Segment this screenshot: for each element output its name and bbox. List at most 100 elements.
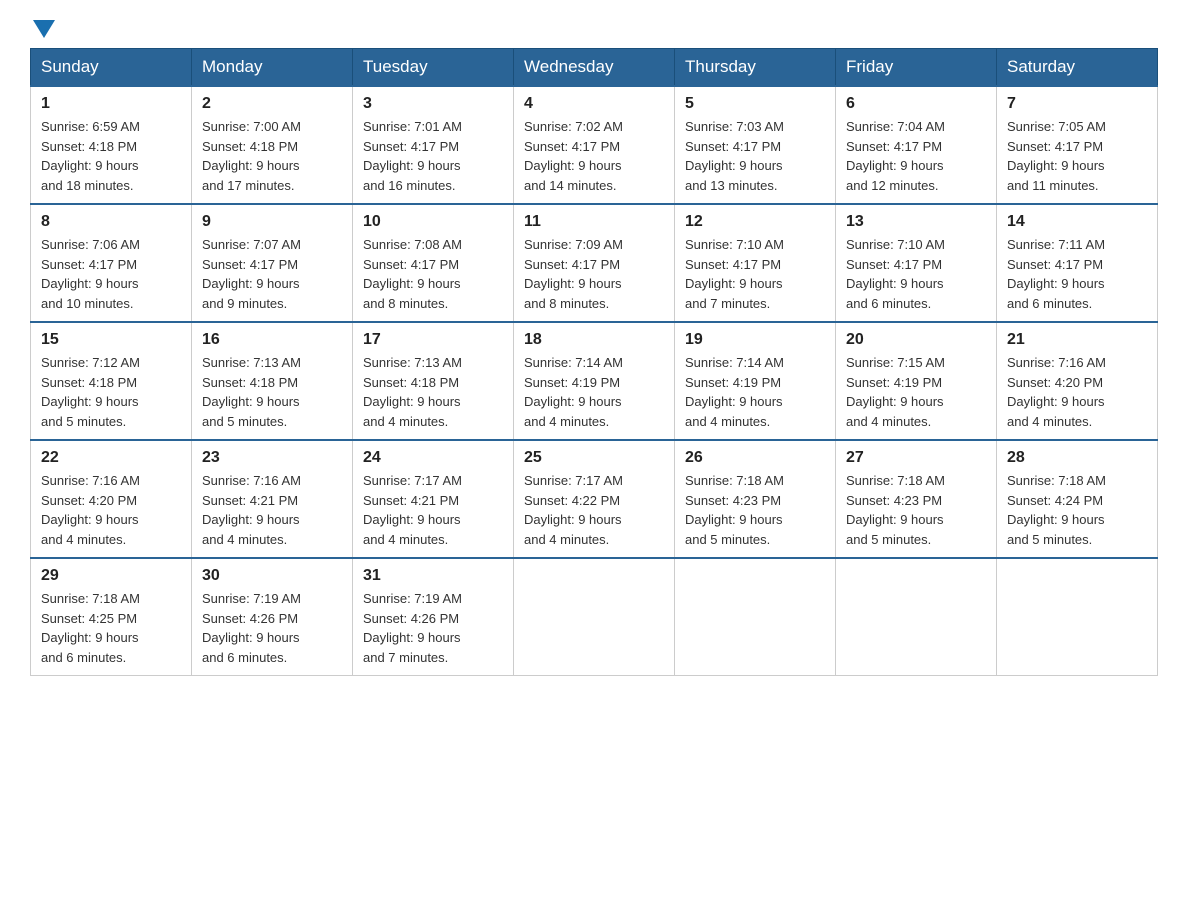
day-number: 17	[363, 331, 503, 349]
day-number: 22	[41, 449, 181, 467]
day-of-week-header: Saturday	[997, 49, 1158, 87]
day-info: Sunrise: 7:11 AM Sunset: 4:17 PM Dayligh…	[1007, 235, 1147, 313]
day-number: 13	[846, 213, 986, 231]
calendar-day-cell: 15 Sunrise: 7:12 AM Sunset: 4:18 PM Dayl…	[31, 322, 192, 440]
day-info: Sunrise: 7:02 AM Sunset: 4:17 PM Dayligh…	[524, 117, 664, 195]
calendar-day-cell: 10 Sunrise: 7:08 AM Sunset: 4:17 PM Dayl…	[353, 204, 514, 322]
logo-icon	[33, 20, 55, 38]
day-info: Sunrise: 7:10 AM Sunset: 4:17 PM Dayligh…	[846, 235, 986, 313]
day-number: 20	[846, 331, 986, 349]
day-info: Sunrise: 7:03 AM Sunset: 4:17 PM Dayligh…	[685, 117, 825, 195]
calendar-day-cell: 16 Sunrise: 7:13 AM Sunset: 4:18 PM Dayl…	[192, 322, 353, 440]
calendar-week-row: 8 Sunrise: 7:06 AM Sunset: 4:17 PM Dayli…	[31, 204, 1158, 322]
calendar-week-row: 1 Sunrise: 6:59 AM Sunset: 4:18 PM Dayli…	[31, 86, 1158, 204]
day-info: Sunrise: 7:09 AM Sunset: 4:17 PM Dayligh…	[524, 235, 664, 313]
day-number: 25	[524, 449, 664, 467]
day-number: 16	[202, 331, 342, 349]
calendar-day-cell: 23 Sunrise: 7:16 AM Sunset: 4:21 PM Dayl…	[192, 440, 353, 558]
day-number: 28	[1007, 449, 1147, 467]
calendar-day-cell: 9 Sunrise: 7:07 AM Sunset: 4:17 PM Dayli…	[192, 204, 353, 322]
day-info: Sunrise: 7:19 AM Sunset: 4:26 PM Dayligh…	[202, 589, 342, 667]
day-number: 6	[846, 95, 986, 113]
calendar-day-cell	[997, 558, 1158, 676]
calendar-day-cell: 20 Sunrise: 7:15 AM Sunset: 4:19 PM Dayl…	[836, 322, 997, 440]
day-of-week-header: Friday	[836, 49, 997, 87]
calendar-week-row: 29 Sunrise: 7:18 AM Sunset: 4:25 PM Dayl…	[31, 558, 1158, 676]
day-number: 31	[363, 567, 503, 585]
day-number: 15	[41, 331, 181, 349]
day-number: 24	[363, 449, 503, 467]
day-info: Sunrise: 7:17 AM Sunset: 4:22 PM Dayligh…	[524, 471, 664, 549]
day-info: Sunrise: 7:10 AM Sunset: 4:17 PM Dayligh…	[685, 235, 825, 313]
calendar-day-cell	[514, 558, 675, 676]
day-info: Sunrise: 7:15 AM Sunset: 4:19 PM Dayligh…	[846, 353, 986, 431]
calendar-day-cell: 11 Sunrise: 7:09 AM Sunset: 4:17 PM Dayl…	[514, 204, 675, 322]
calendar-day-cell: 25 Sunrise: 7:17 AM Sunset: 4:22 PM Dayl…	[514, 440, 675, 558]
day-info: Sunrise: 7:18 AM Sunset: 4:23 PM Dayligh…	[685, 471, 825, 549]
day-info: Sunrise: 7:17 AM Sunset: 4:21 PM Dayligh…	[363, 471, 503, 549]
day-info: Sunrise: 7:18 AM Sunset: 4:25 PM Dayligh…	[41, 589, 181, 667]
day-info: Sunrise: 7:08 AM Sunset: 4:17 PM Dayligh…	[363, 235, 503, 313]
day-of-week-header: Wednesday	[514, 49, 675, 87]
day-info: Sunrise: 7:16 AM Sunset: 4:21 PM Dayligh…	[202, 471, 342, 549]
calendar-day-cell: 17 Sunrise: 7:13 AM Sunset: 4:18 PM Dayl…	[353, 322, 514, 440]
calendar-day-cell: 22 Sunrise: 7:16 AM Sunset: 4:20 PM Dayl…	[31, 440, 192, 558]
day-of-week-header: Sunday	[31, 49, 192, 87]
day-number: 26	[685, 449, 825, 467]
page-header	[30, 20, 1158, 38]
calendar-day-cell: 19 Sunrise: 7:14 AM Sunset: 4:19 PM Dayl…	[675, 322, 836, 440]
calendar-day-cell: 24 Sunrise: 7:17 AM Sunset: 4:21 PM Dayl…	[353, 440, 514, 558]
calendar-day-cell: 6 Sunrise: 7:04 AM Sunset: 4:17 PM Dayli…	[836, 86, 997, 204]
day-info: Sunrise: 7:04 AM Sunset: 4:17 PM Dayligh…	[846, 117, 986, 195]
day-number: 4	[524, 95, 664, 113]
day-info: Sunrise: 7:07 AM Sunset: 4:17 PM Dayligh…	[202, 235, 342, 313]
day-info: Sunrise: 7:16 AM Sunset: 4:20 PM Dayligh…	[41, 471, 181, 549]
day-number: 29	[41, 567, 181, 585]
calendar-day-cell: 13 Sunrise: 7:10 AM Sunset: 4:17 PM Dayl…	[836, 204, 997, 322]
day-info: Sunrise: 7:12 AM Sunset: 4:18 PM Dayligh…	[41, 353, 181, 431]
day-number: 9	[202, 213, 342, 231]
day-of-week-header: Thursday	[675, 49, 836, 87]
calendar-day-cell: 7 Sunrise: 7:05 AM Sunset: 4:17 PM Dayli…	[997, 86, 1158, 204]
day-number: 12	[685, 213, 825, 231]
calendar-day-cell: 1 Sunrise: 6:59 AM Sunset: 4:18 PM Dayli…	[31, 86, 192, 204]
calendar-day-cell	[836, 558, 997, 676]
day-of-week-header: Tuesday	[353, 49, 514, 87]
day-info: Sunrise: 7:06 AM Sunset: 4:17 PM Dayligh…	[41, 235, 181, 313]
day-info: Sunrise: 7:19 AM Sunset: 4:26 PM Dayligh…	[363, 589, 503, 667]
day-info: Sunrise: 7:18 AM Sunset: 4:24 PM Dayligh…	[1007, 471, 1147, 549]
logo	[30, 20, 55, 38]
day-number: 5	[685, 95, 825, 113]
day-info: Sunrise: 7:05 AM Sunset: 4:17 PM Dayligh…	[1007, 117, 1147, 195]
day-number: 30	[202, 567, 342, 585]
calendar-day-cell: 18 Sunrise: 7:14 AM Sunset: 4:19 PM Dayl…	[514, 322, 675, 440]
calendar-day-cell: 14 Sunrise: 7:11 AM Sunset: 4:17 PM Dayl…	[997, 204, 1158, 322]
day-info: Sunrise: 7:18 AM Sunset: 4:23 PM Dayligh…	[846, 471, 986, 549]
calendar-header-row: SundayMondayTuesdayWednesdayThursdayFrid…	[31, 49, 1158, 87]
day-info: Sunrise: 7:00 AM Sunset: 4:18 PM Dayligh…	[202, 117, 342, 195]
day-number: 2	[202, 95, 342, 113]
day-of-week-header: Monday	[192, 49, 353, 87]
calendar-day-cell: 5 Sunrise: 7:03 AM Sunset: 4:17 PM Dayli…	[675, 86, 836, 204]
calendar-day-cell: 21 Sunrise: 7:16 AM Sunset: 4:20 PM Dayl…	[997, 322, 1158, 440]
calendar-day-cell: 27 Sunrise: 7:18 AM Sunset: 4:23 PM Dayl…	[836, 440, 997, 558]
day-number: 11	[524, 213, 664, 231]
calendar-day-cell: 8 Sunrise: 7:06 AM Sunset: 4:17 PM Dayli…	[31, 204, 192, 322]
calendar-week-row: 15 Sunrise: 7:12 AM Sunset: 4:18 PM Dayl…	[31, 322, 1158, 440]
day-number: 1	[41, 95, 181, 113]
day-number: 10	[363, 213, 503, 231]
calendar-day-cell: 2 Sunrise: 7:00 AM Sunset: 4:18 PM Dayli…	[192, 86, 353, 204]
day-number: 18	[524, 331, 664, 349]
day-number: 14	[1007, 213, 1147, 231]
day-number: 19	[685, 331, 825, 349]
day-number: 8	[41, 213, 181, 231]
calendar-day-cell: 29 Sunrise: 7:18 AM Sunset: 4:25 PM Dayl…	[31, 558, 192, 676]
calendar-day-cell: 26 Sunrise: 7:18 AM Sunset: 4:23 PM Dayl…	[675, 440, 836, 558]
calendar-day-cell	[675, 558, 836, 676]
day-info: Sunrise: 7:13 AM Sunset: 4:18 PM Dayligh…	[202, 353, 342, 431]
calendar-day-cell: 4 Sunrise: 7:02 AM Sunset: 4:17 PM Dayli…	[514, 86, 675, 204]
calendar-table: SundayMondayTuesdayWednesdayThursdayFrid…	[30, 48, 1158, 676]
day-info: Sunrise: 7:01 AM Sunset: 4:17 PM Dayligh…	[363, 117, 503, 195]
calendar-day-cell: 30 Sunrise: 7:19 AM Sunset: 4:26 PM Dayl…	[192, 558, 353, 676]
day-number: 3	[363, 95, 503, 113]
